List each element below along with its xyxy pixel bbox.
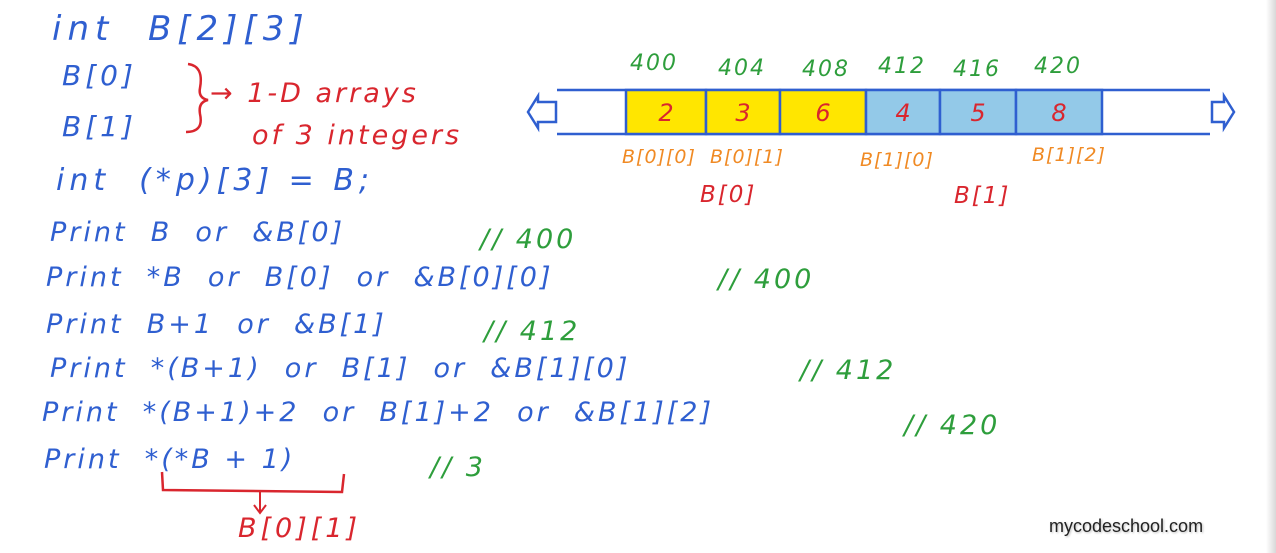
brace-note-line2: of 3 integers [252, 120, 463, 151]
element-label-b12: B[1][2] [1032, 144, 1106, 166]
cell-value-2: 3 [735, 99, 750, 127]
statement-4-comment: // 412 [800, 355, 897, 386]
group-label-b1: B[1] [954, 183, 1010, 209]
result-label: B[0][1] [238, 513, 362, 544]
statement-6-code: Print *(*B + 1) [44, 444, 296, 475]
element-label-b10: B[1][0] [860, 149, 934, 171]
cell-value-6: 8 [1051, 99, 1066, 127]
statement-4-code: Print *(B+1) or B[1] or &B[1][0] [50, 353, 631, 384]
cell-value-4: 4 [895, 99, 910, 127]
statement-3-code: Print B+1 or &B[1] [46, 309, 387, 340]
whiteboard: int B[2][3] B[0] B[1] → 1-D arrays of 3 … [0, 0, 1276, 553]
statement-2-comment: // 400 [718, 264, 815, 295]
address-label-6: 420 [1034, 54, 1082, 79]
watermark-logo: mycodeschool.com [1049, 516, 1204, 536]
cell-value-1: 2 [658, 99, 673, 127]
memory-diagram: 2 3 6 4 5 8 400 404 408 412 416 420 B[0]… [526, 51, 1236, 209]
element-label-b00: B[0][0] [622, 146, 696, 168]
address-label-3: 408 [802, 57, 850, 82]
brace-note-line1: → 1-D arrays [210, 78, 419, 109]
statement-5-comment: // 420 [904, 410, 1001, 441]
subarray-label-b0: B[0] [62, 59, 137, 92]
address-label-4: 412 [878, 54, 926, 79]
right-arrow-icon [1210, 91, 1236, 133]
array-declaration: int B[2][3] [52, 9, 310, 49]
cell-value-3: 6 [815, 99, 830, 127]
address-label-2: 404 [718, 56, 766, 81]
left-arrow-icon [526, 91, 558, 133]
statement-1-comment: // 400 [480, 224, 577, 255]
cell-value-5: 5 [970, 99, 985, 127]
statement-6-comment: // 3 [430, 452, 486, 483]
subarray-label-b1: B[1] [62, 110, 137, 143]
statement-5-code: Print *(B+1)+2 or B[1]+2 or &B[1][2] [42, 397, 714, 428]
element-label-b01: B[0][1] [710, 146, 784, 168]
frame-edge [1266, 0, 1276, 553]
pointer-declaration: int (*p)[3] = B; [56, 163, 375, 198]
statement-2-code: Print *B or B[0] or &B[0][0] [46, 262, 554, 293]
statement-3-comment: // 412 [484, 316, 581, 347]
group-label-b0: B[0] [700, 182, 756, 208]
address-label-5: 416 [953, 57, 1001, 82]
statement-1-code: Print B or &B[0] [50, 217, 346, 248]
address-label-1: 400 [630, 51, 678, 76]
